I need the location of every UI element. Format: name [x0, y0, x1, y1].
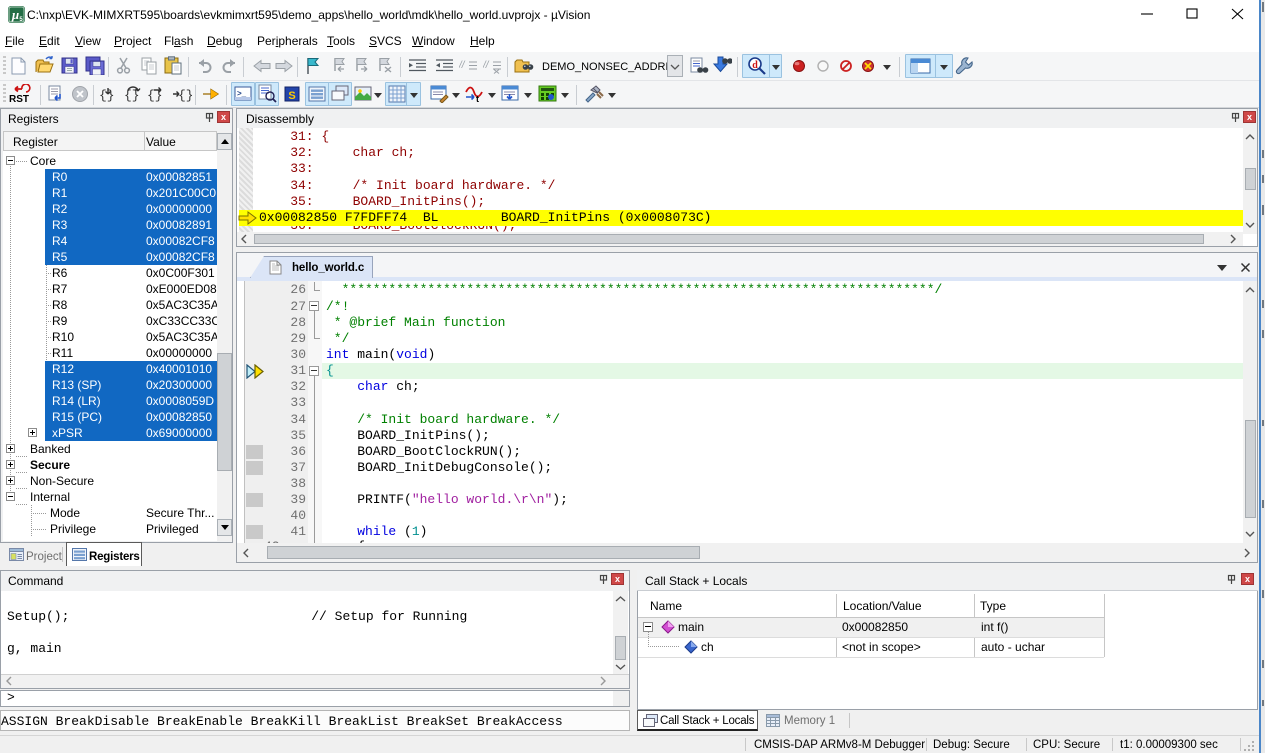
svg-text:S: S — [288, 90, 295, 102]
svg-text://: // — [459, 60, 466, 71]
svg-text:d: d — [752, 60, 758, 71]
svg-text:>_: >_ — [237, 89, 247, 98]
svg-text:t: t — [476, 94, 479, 103]
svg-text:{}: {} — [178, 88, 192, 103]
svg-text:{}: {} — [99, 88, 115, 103]
svg-text://: // — [483, 60, 490, 71]
svg-text:µ: µ — [11, 7, 20, 22]
svg-text:RST: RST — [9, 94, 29, 104]
